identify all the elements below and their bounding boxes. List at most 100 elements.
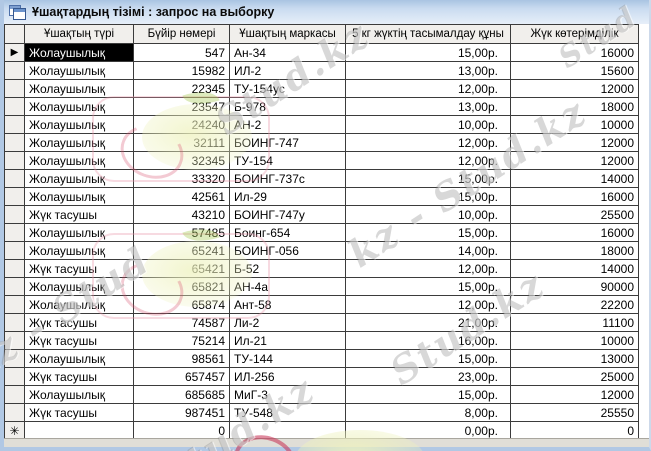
cell-cost[interactable]: 13,00р. <box>346 98 511 116</box>
cell-capacity[interactable]: 18000 <box>511 242 639 260</box>
cell-capacity[interactable]: 18000 <box>511 98 639 116</box>
cell-number[interactable]: 32111 <box>134 134 230 152</box>
cell-type[interactable]: Жолаушылық <box>25 278 134 296</box>
cell-type[interactable]: Жүк тасушы <box>25 206 134 224</box>
cell-type[interactable]: Жолаушылық <box>25 242 134 260</box>
cell-type[interactable]: Жолаушылық <box>25 296 134 314</box>
select-all-corner[interactable] <box>5 25 25 44</box>
cell-cost[interactable]: 12,00р. <box>346 80 511 98</box>
cell-capacity[interactable]: 22200 <box>511 296 639 314</box>
cell-capacity[interactable]: 16000 <box>511 188 639 206</box>
record-selector[interactable] <box>5 260 25 278</box>
cell-model[interactable]: Б-52 <box>230 260 346 278</box>
cell-model[interactable]: ИЛ-2 <box>230 62 346 80</box>
cell-type[interactable]: Жолаушылық <box>25 44 134 62</box>
cell-model[interactable]: Ил-21 <box>230 332 346 350</box>
cell-number[interactable]: 98561 <box>134 350 230 368</box>
cell-number[interactable]: 32345 <box>134 152 230 170</box>
cell-model[interactable]: ТУ-144 <box>230 350 346 368</box>
column-header-cost[interactable]: 5 кг жүктің тасымалдау құны <box>346 25 511 44</box>
cell-cost[interactable]: 12,00р. <box>346 152 511 170</box>
cell-number[interactable]: 57485 <box>134 224 230 242</box>
cell-capacity[interactable]: 12000 <box>511 152 639 170</box>
cell-cost[interactable]: 12,00р. <box>346 260 511 278</box>
cell-type[interactable]: Жолаушылық <box>25 116 134 134</box>
cell-number[interactable]: 15982 <box>134 62 230 80</box>
cell-capacity[interactable]: 10000 <box>511 332 639 350</box>
cell-type[interactable]: Жолаушылық <box>25 62 134 80</box>
cell-capacity[interactable]: 25550 <box>511 404 639 422</box>
record-selector[interactable] <box>5 62 25 80</box>
cell-model[interactable]: ТУ-154ус <box>230 80 346 98</box>
record-selector[interactable] <box>5 350 25 368</box>
cell-number[interactable]: 65241 <box>134 242 230 260</box>
cell-number[interactable]: 65874 <box>134 296 230 314</box>
cell-capacity[interactable]: 14000 <box>511 260 639 278</box>
cell-cost[interactable]: 10,00р. <box>346 116 511 134</box>
cell-number[interactable]: 74587 <box>134 314 230 332</box>
cell-capacity[interactable]: 12000 <box>511 134 639 152</box>
cell-capacity[interactable]: 15600 <box>511 62 639 80</box>
cell-cost[interactable]: 15,00р. <box>346 170 511 188</box>
cell-capacity[interactable]: 10000 <box>511 116 639 134</box>
cell-type[interactable]: Жүк тасушы <box>25 332 134 350</box>
column-header-capacity[interactable]: Жүк көтерімділік <box>511 25 639 44</box>
cell-model[interactable]: БОИНГ-737с <box>230 170 346 188</box>
cell-cost[interactable]: 13,00р. <box>346 62 511 80</box>
cell-model[interactable]: Ант-58 <box>230 296 346 314</box>
cell-number[interactable]: 24240 <box>134 116 230 134</box>
cell-model[interactable]: АН-4а <box>230 278 346 296</box>
cell-type[interactable]: Жолаушылық <box>25 98 134 116</box>
cell-cost[interactable]: 14,00р. <box>346 242 511 260</box>
cell-capacity[interactable]: 11100 <box>511 314 639 332</box>
cell-model[interactable]: БОИНГ-747у <box>230 206 346 224</box>
cell-capacity[interactable]: 12000 <box>511 386 639 404</box>
cell-capacity[interactable]: 13000 <box>511 350 639 368</box>
cell-cost[interactable]: 10,00р. <box>346 206 511 224</box>
cell-capacity[interactable]: 90000 <box>511 278 639 296</box>
cell-capacity[interactable]: 12000 <box>511 80 639 98</box>
column-header-type[interactable]: Ұшақтың түрі <box>25 25 134 44</box>
cell-cost[interactable]: 15,00р. <box>346 188 511 206</box>
cell-cost[interactable]: 23,00р. <box>346 368 511 386</box>
cell-capacity[interactable]: 16000 <box>511 224 639 242</box>
cell-model[interactable]: БОИНГ-747 <box>230 134 346 152</box>
cell-number[interactable]: 33320 <box>134 170 230 188</box>
record-selector[interactable] <box>5 386 25 404</box>
record-selector[interactable] <box>5 170 25 188</box>
cell-cost[interactable]: 15,00р. <box>346 278 511 296</box>
record-selector[interactable] <box>5 80 25 98</box>
cell-cost[interactable]: 21,00р. <box>346 314 511 332</box>
record-selector[interactable] <box>5 242 25 260</box>
cell-model[interactable]: Ил-29 <box>230 188 346 206</box>
cell-number[interactable]: 43210 <box>134 206 230 224</box>
window-titlebar[interactable]: Ұшақтардың тізімі : запрос на выборку <box>4 0 649 24</box>
cell-model[interactable]: Боинг-654 <box>230 224 346 242</box>
record-selector[interactable]: ▶ <box>5 44 25 62</box>
cell-cost[interactable]: 12,00р. <box>346 134 511 152</box>
record-selector[interactable] <box>5 278 25 296</box>
cell-number[interactable]: 65821 <box>134 278 230 296</box>
cell-type[interactable]: Жолаушылық <box>25 134 134 152</box>
record-selector[interactable] <box>5 332 25 350</box>
cell-capacity[interactable]: 16000 <box>511 44 639 62</box>
record-selector[interactable] <box>5 98 25 116</box>
record-selector[interactable] <box>5 134 25 152</box>
cell-cost[interactable]: 15,00р. <box>346 44 511 62</box>
cell-type[interactable]: Жолаушылық <box>25 386 134 404</box>
cell-cost[interactable]: 12,00р. <box>346 296 511 314</box>
record-selector[interactable] <box>5 404 25 422</box>
cell-number[interactable]: 987451 <box>134 404 230 422</box>
column-header-model[interactable]: Ұшақтың маркасы <box>230 25 346 44</box>
cell-cost[interactable]: 8,00р. <box>346 404 511 422</box>
cell-number[interactable]: 42561 <box>134 188 230 206</box>
cell-model[interactable]: БОИНГ-056 <box>230 242 346 260</box>
record-selector[interactable] <box>5 296 25 314</box>
cell-model[interactable]: Ли-2 <box>230 314 346 332</box>
cell-cost[interactable]: 15,00р. <box>346 386 511 404</box>
cell-cost[interactable]: 15,00р. <box>346 224 511 242</box>
record-selector[interactable] <box>5 152 25 170</box>
cell-model[interactable]: Ан-34 <box>230 44 346 62</box>
cell-type[interactable]: Жолаушылық <box>25 224 134 242</box>
record-selector[interactable] <box>5 224 25 242</box>
